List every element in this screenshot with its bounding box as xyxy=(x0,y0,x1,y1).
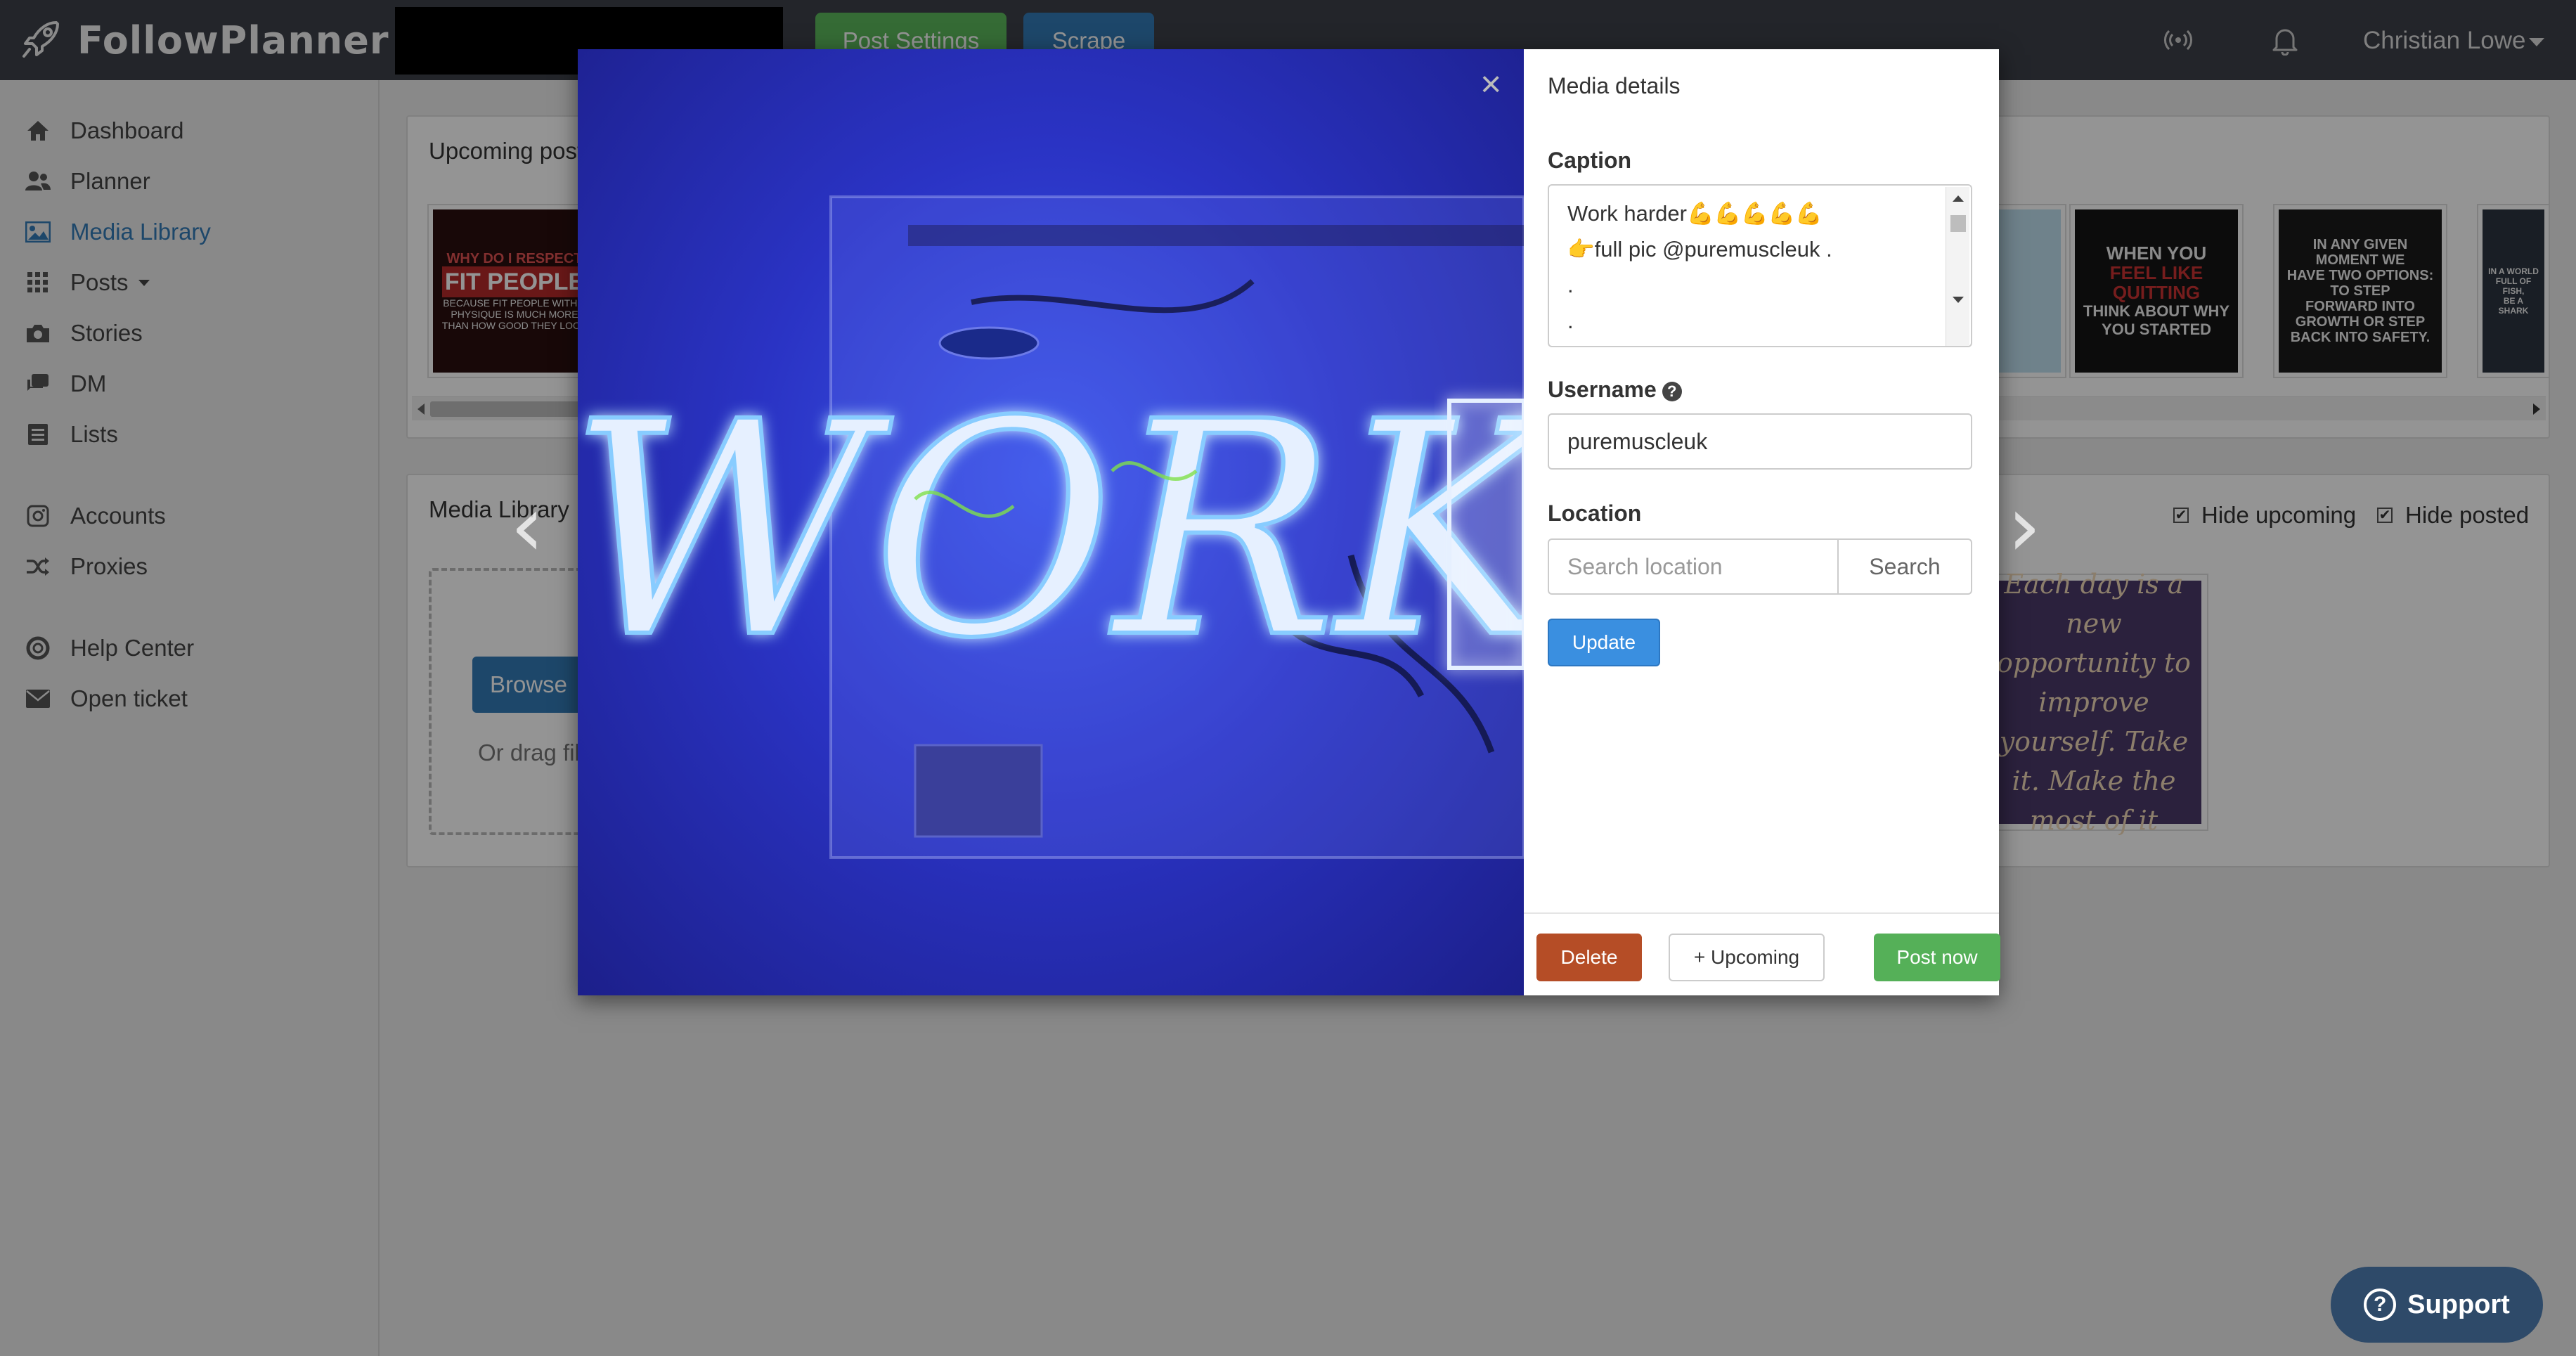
details-title: Media details xyxy=(1548,73,1681,98)
scroll-down-icon[interactable] xyxy=(1953,297,1964,303)
username-label-row: Username? xyxy=(1548,377,1682,403)
location-label: Location xyxy=(1548,501,1642,526)
next-arrow-icon[interactable]: › xyxy=(2007,485,2041,569)
location-search-button[interactable]: Search xyxy=(1837,538,1972,595)
caption-line: . xyxy=(1567,309,1574,333)
media-details-modal: WORK × Media details Caption Work harder… xyxy=(578,49,2000,995)
close-icon[interactable]: × xyxy=(1480,66,1501,103)
question-icon: ? xyxy=(2364,1289,2397,1321)
caption-textarea[interactable]: Work harder💪💪💪💪💪 👉full pic @puremuscleuk… xyxy=(1548,184,1972,347)
support-label: Support xyxy=(2407,1289,2510,1319)
add-upcoming-button[interactable]: + Upcoming xyxy=(1669,934,1825,981)
username-input[interactable]: puremuscleuk xyxy=(1548,413,1972,470)
location-search-input[interactable]: Search location xyxy=(1548,538,1839,595)
scroll-up-icon[interactable] xyxy=(1953,195,1964,202)
caption-line: Work harder💪💪💪💪💪 xyxy=(1567,201,1823,226)
media-details-panel: Media details Caption Work harder💪💪💪💪💪 👉… xyxy=(1524,49,2000,995)
previous-arrow-icon[interactable]: ‹ xyxy=(510,485,544,569)
caption-line: 👉full pic @puremuscleuk . xyxy=(1567,237,1832,261)
post-now-button[interactable]: Post now xyxy=(1874,934,2000,981)
support-button[interactable]: ? Support xyxy=(2331,1267,2543,1343)
delete-button[interactable]: Delete xyxy=(1536,934,1642,981)
update-button[interactable]: Update xyxy=(1548,619,1660,666)
modal-footer: Delete + Upcoming Post now xyxy=(1524,912,2000,995)
caption-scrollbar[interactable] xyxy=(1946,187,1969,346)
caption-label: Caption xyxy=(1548,148,1632,173)
neon-work-sign: WORK xyxy=(578,359,1524,703)
scrollbar-thumb[interactable] xyxy=(1950,215,1966,232)
username-label: Username xyxy=(1548,377,1657,402)
help-icon[interactable]: ? xyxy=(1662,381,1682,401)
caption-line: . xyxy=(1567,273,1574,297)
media-preview-image: WORK × xyxy=(578,49,1524,995)
